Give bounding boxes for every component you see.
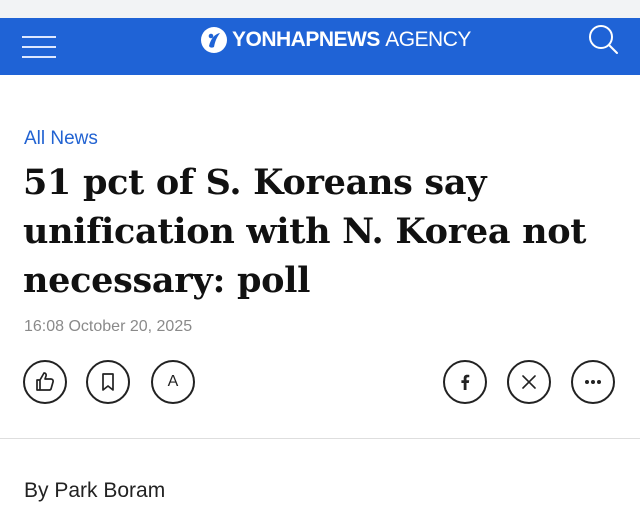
article-timestamp: 16:08 October 20, 2025: [24, 318, 193, 335]
article-headline: 51 pct of S. Koreans say unification wit…: [23, 162, 587, 301]
like-button[interactable]: [23, 360, 67, 404]
bookmark-button[interactable]: [86, 360, 130, 404]
logo-suffix: AGENCY: [385, 28, 471, 51]
bookmark-icon: [102, 373, 114, 391]
thumbs-up-icon: [36, 372, 54, 391]
divider: [0, 438, 640, 439]
category-link[interactable]: All News: [24, 128, 98, 150]
logo-mark-icon: [201, 27, 227, 53]
facebook-button[interactable]: [443, 360, 487, 404]
font-size-label: A: [167, 373, 179, 390]
top-strip: [0, 0, 640, 18]
site-logo[interactable]: YONHAPNEWS AGENCY: [200, 24, 471, 56]
logo-text: YONHAPNEWS AGENCY: [232, 28, 471, 52]
menu-icon[interactable]: [22, 34, 56, 60]
search-icon[interactable]: [586, 22, 620, 56]
font-size-button[interactable]: A: [151, 360, 195, 404]
more-button[interactable]: [571, 360, 615, 404]
article-byline: By Park Boram: [24, 479, 166, 502]
facebook-icon: [461, 374, 470, 390]
more-icon: [585, 380, 601, 384]
site-header: YONHAPNEWS AGENCY: [0, 18, 640, 75]
x-share-button[interactable]: [507, 360, 551, 404]
x-icon: [522, 375, 536, 389]
logo-brand: YONHAPNEWS: [232, 28, 380, 51]
